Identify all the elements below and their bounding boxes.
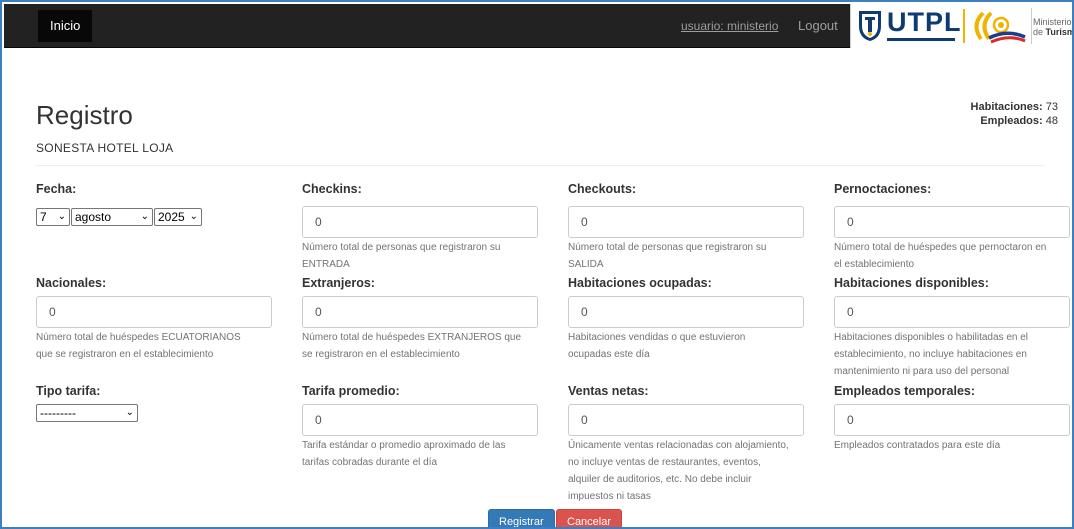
nacionales-help-line2: que se registraron en el establecimiento: [36, 349, 214, 360]
rooms-stat-value: 73: [1045, 101, 1058, 113]
empleados-temporales-help: Empleados contratados para este día: [834, 437, 1000, 454]
nacionales-help-line1: Número total de huéspedes ECUATORIANOS: [36, 332, 241, 343]
checkouts-label: Checkouts:: [568, 182, 637, 196]
ventas-netas-help-line4: impuestos ni tasas: [568, 491, 651, 502]
habitaciones-disponibles-input[interactable]: 0: [834, 296, 1070, 328]
employees-stat: Empleados: 48: [971, 114, 1058, 128]
tarifa-promedio-help-line2: tarifas cobradas durante el día: [302, 457, 438, 468]
checkins-help-line2: ENTRADA: [302, 259, 350, 270]
hotel-stats: Habitaciones: 73 Empleados: 48: [971, 100, 1058, 128]
mintur-line2: de Turismo: [1033, 27, 1072, 37]
year-select[interactable]: 2025 ⌄: [154, 208, 202, 226]
mintur-line2-prefix: de: [1033, 27, 1046, 37]
chevron-down-icon: ⌄: [125, 407, 134, 418]
page-title: Registro: [36, 100, 133, 130]
pernoctaciones-help-line2: el establecimiento: [834, 259, 915, 270]
utpl-underline: [887, 38, 955, 41]
checkouts-input[interactable]: 0: [568, 206, 804, 238]
app-frame: Inicio usuario: ministerio Logout UTPL M…: [0, 0, 1074, 529]
day-select-value: 7: [40, 210, 47, 224]
pernoctaciones-input[interactable]: 0: [834, 206, 1070, 238]
extranjeros-label: Extranjeros:: [302, 276, 375, 290]
month-select-value: agosto: [75, 210, 112, 224]
nacionales-label: Nacionales:: [36, 276, 107, 290]
month-select[interactable]: agosto ⌄: [71, 208, 153, 226]
chevron-down-icon: ⌄: [140, 211, 149, 222]
extranjeros-help-line2: se registraron en el establecimiento: [302, 349, 460, 360]
habitaciones-disponibles-help-line1: Habitaciones disponibles o habilitadas e…: [834, 332, 1029, 343]
checkouts-help: Número total de personas que registraron…: [568, 239, 766, 273]
habitaciones-ocupadas-help: Habitaciones vendidas o que estuvieron o…: [568, 329, 745, 363]
ventas-netas-help-line1: Únicamente ventas relacionadas con aloja…: [568, 440, 789, 451]
year-select-value: 2025: [158, 210, 185, 224]
habitaciones-ocupadas-input[interactable]: 0: [568, 296, 804, 328]
nacionales-help: Número total de huéspedes ECUATORIANOS q…: [36, 329, 241, 363]
tarifa-promedio-help-line1: Tarifa estándar o promedio aproximado de…: [302, 440, 506, 451]
chevron-down-icon: ⌄: [57, 211, 66, 222]
tarifa-promedio-label: Tarifa promedio:: [302, 384, 400, 398]
extranjeros-help: Número total de huéspedes EXTRANJEROS qu…: [302, 329, 521, 363]
habitaciones-disponibles-help-line3: mantenimiento ni para uso del personal: [834, 366, 1010, 377]
cancelar-button[interactable]: Cancelar: [556, 509, 623, 527]
mintur-line1: Ministerio: [1033, 17, 1072, 27]
ventas-netas-help-line2: no incluye ventas de restaurantes, event…: [568, 457, 761, 468]
tarifa-promedio-input[interactable]: 0: [302, 404, 538, 436]
habitaciones-ocupadas-label: Habitaciones ocupadas:: [568, 276, 712, 290]
utpl-logo: UTPL: [887, 7, 962, 37]
checkins-help: Número total de personas que registraron…: [302, 239, 500, 273]
nav-logout-link[interactable]: Logout: [798, 4, 838, 48]
tarifa-promedio-help: Tarifa estándar o promedio aproximado de…: [302, 437, 505, 471]
partner-logos: UTPL Ministerio de Turismo: [850, 4, 1072, 48]
utpl-seal-icon: [859, 11, 881, 41]
logo-divider: [963, 9, 965, 43]
nacionales-input[interactable]: 0: [36, 296, 272, 328]
extranjeros-input[interactable]: 0: [302, 296, 538, 328]
employees-stat-label: Empleados:: [980, 115, 1043, 127]
habitaciones-disponibles-help: Habitaciones disponibles o habilitadas e…: [834, 329, 1028, 380]
ventas-netas-help-line3: alquiler de auditorios, etc. No debe inc…: [568, 474, 752, 485]
ventas-netas-help: Únicamente ventas relacionadas con aloja…: [568, 437, 789, 505]
fecha-label: Fecha:: [36, 182, 77, 196]
ventas-netas-label: Ventas netas:: [568, 384, 649, 398]
ventas-netas-input[interactable]: 0: [568, 404, 804, 436]
mintur-line2-bold: Turismo: [1045, 27, 1072, 37]
employees-stat-value: 48: [1045, 115, 1058, 127]
nav-user-link[interactable]: usuario: ministerio: [681, 4, 778, 48]
tipo-tarifa-select-value: ---------: [40, 406, 76, 420]
mintur-logo-text: Ministerio de Turismo: [1033, 17, 1072, 37]
habitaciones-disponibles-help-line2: establecimiento, no incluye habitaciones…: [834, 349, 1027, 360]
habitaciones-ocupadas-help-line1: Habitaciones vendidas o que estuvieron: [568, 332, 746, 343]
habitaciones-disponibles-label: Habitaciones disponibles:: [834, 276, 989, 290]
empleados-temporales-label: Empleados temporales:: [834, 384, 976, 398]
day-select[interactable]: 7 ⌄: [36, 208, 70, 226]
rooms-stat-label: Habitaciones:: [970, 101, 1043, 113]
pernoctaciones-label: Pernoctaciones:: [834, 182, 932, 196]
top-navbar: Inicio usuario: ministerio Logout UTPL M…: [4, 4, 1072, 48]
tipo-tarifa-select[interactable]: --------- ⌄: [36, 404, 138, 422]
habitaciones-ocupadas-help-line2: ocupadas este día: [568, 349, 650, 360]
checkouts-help-line2: SALIDA: [568, 259, 604, 270]
empleados-temporales-input[interactable]: 0: [834, 404, 1070, 436]
pernoctaciones-help: Número total de huéspedes que pernoctaro…: [834, 239, 1046, 273]
checkins-label: Checkins:: [302, 182, 362, 196]
mintur-separator: [1031, 8, 1032, 44]
checkouts-help-line1: Número total de personas que registraron…: [568, 242, 767, 253]
empleados-temporales-help-line1: Empleados contratados para este día: [834, 440, 1001, 451]
registrar-button[interactable]: Registrar: [488, 509, 555, 527]
mintur-swirl-icon: [974, 11, 1026, 44]
chevron-down-icon: ⌄: [189, 211, 198, 222]
pernoctaciones-help-line1: Número total de huéspedes que pernoctaro…: [834, 242, 1047, 253]
header-divider: [36, 165, 1044, 166]
extranjeros-help-line1: Número total de huéspedes EXTRANJEROS qu…: [302, 332, 521, 343]
checkins-input[interactable]: 0: [302, 206, 538, 238]
hotel-name: SONESTA HOTEL LOJA: [36, 141, 174, 155]
rooms-stat: Habitaciones: 73: [971, 100, 1058, 114]
nav-home-link[interactable]: Inicio: [38, 10, 93, 42]
checkins-help-line1: Número total de personas que registraron…: [302, 242, 501, 253]
tipo-tarifa-label: Tipo tarifa:: [36, 384, 101, 398]
